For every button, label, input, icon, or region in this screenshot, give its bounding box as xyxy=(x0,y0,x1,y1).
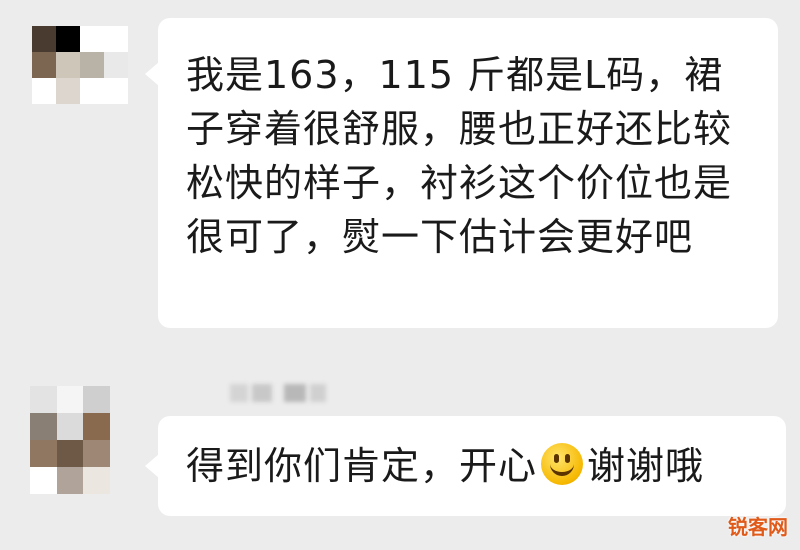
message-bubble: 我是163，115 斤都是L码，裙子穿着很舒服，腰也正好还比较松快的样子，衬衫这… xyxy=(145,18,778,328)
avatar-pixel xyxy=(30,467,57,494)
smiling-face-icon xyxy=(541,443,584,485)
message-text-before-emoji: 得到你们肯定，开心 xyxy=(186,444,538,488)
avatar-pixel xyxy=(56,386,84,413)
avatar-pixel xyxy=(30,386,57,413)
message-text-after-emoji: 谢谢哦 xyxy=(587,444,705,488)
avatar-pixel xyxy=(104,52,128,78)
avatar-pixel xyxy=(80,26,104,52)
avatar-pixel xyxy=(56,413,84,440)
avatar-pixel xyxy=(56,52,80,78)
avatar-pixel xyxy=(104,78,128,104)
bubble-tail xyxy=(145,454,159,478)
avatar-pixel xyxy=(32,78,56,104)
avatar-pixel xyxy=(83,386,110,413)
message-text: 我是163，115 斤都是L码，裙子穿着很舒服，腰也正好还比较松快的样子，衬衫这… xyxy=(186,53,733,259)
avatar-pixel xyxy=(56,26,80,52)
avatar-pixel xyxy=(56,440,84,467)
avatar-pixel xyxy=(104,26,128,52)
avatar-pixel xyxy=(83,467,110,494)
avatar[interactable] xyxy=(30,386,110,494)
avatar-pixel xyxy=(80,52,104,78)
message-bubble: 得到你们肯定，开心 谢谢哦 xyxy=(145,416,786,516)
avatar-pixel xyxy=(56,78,80,104)
bubble-tail xyxy=(145,62,159,86)
avatar-pixel xyxy=(56,467,84,494)
avatar-pixel xyxy=(80,78,104,104)
avatar-pixel xyxy=(83,440,110,467)
avatar-pixel xyxy=(83,413,110,440)
avatar[interactable] xyxy=(32,26,128,104)
avatar-pixel xyxy=(32,26,56,52)
message-text: 得到你们肯定，开心 谢谢哦 xyxy=(186,439,704,493)
blurred-sender-name xyxy=(230,384,330,402)
avatar-pixel xyxy=(30,440,57,467)
watermark: 锐客网 xyxy=(728,515,788,539)
avatar-pixel xyxy=(32,52,56,78)
avatar-pixel xyxy=(30,413,57,440)
